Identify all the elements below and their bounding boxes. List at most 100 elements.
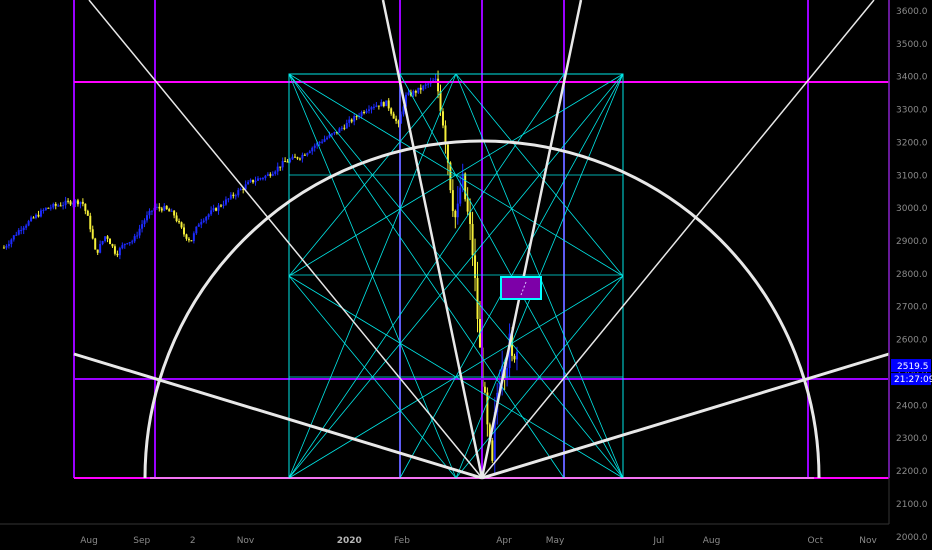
candle-body: [101, 241, 104, 245]
price-tick-label: 2100.0: [896, 500, 928, 510]
candle-body: [441, 111, 444, 126]
candle-body: [237, 190, 240, 196]
candle-body: [195, 226, 198, 234]
candle-body: [173, 210, 176, 216]
candle-body: [210, 210, 213, 215]
candle-body: [52, 204, 55, 208]
candle-body: [264, 175, 267, 179]
candle-body: [94, 238, 97, 250]
candle-body: [178, 221, 181, 223]
candle-body: [126, 243, 129, 245]
candle-body: [269, 174, 272, 176]
candle-body: [39, 210, 42, 217]
price-tick-label: 2300.0: [896, 434, 928, 444]
candle-body: [345, 122, 348, 129]
price-tick-label: 3400.0: [896, 73, 928, 83]
candle-body: [54, 204, 57, 206]
candle-body: [271, 173, 274, 176]
last-price-label: 2519.5: [897, 362, 929, 372]
candle-body: [32, 217, 35, 219]
candle-body: [47, 207, 50, 209]
candle-body: [44, 207, 47, 210]
candle-body: [350, 119, 353, 122]
time-tick-label: Aug: [80, 536, 98, 546]
candle-body: [363, 112, 366, 114]
candle-body: [187, 238, 190, 241]
candle-body: [385, 100, 388, 107]
candle-body: [427, 83, 430, 85]
candle-body: [96, 249, 99, 253]
price-tick-label: 2600.0: [896, 336, 928, 346]
candle-body: [136, 235, 139, 237]
price-tick-label: 2200.0: [896, 467, 928, 477]
candle-body: [2, 247, 5, 249]
price-tick-label: 2800.0: [896, 270, 928, 280]
candle-body: [49, 207, 52, 209]
candle-body: [128, 242, 131, 244]
candle-body: [104, 236, 107, 242]
candle-body: [168, 209, 171, 212]
candle-body: [141, 224, 144, 229]
candle-body: [486, 392, 489, 425]
candle-body: [412, 91, 415, 96]
highlight-box[interactable]: [500, 276, 542, 300]
candle-body: [81, 201, 84, 204]
candle-body: [395, 118, 398, 121]
time-tick-label: Apr: [496, 536, 512, 546]
candle-body: [232, 194, 235, 197]
candle-body: [227, 198, 230, 200]
candle-body: [111, 244, 114, 247]
fan-line: [73, 352, 483, 480]
candle-body: [160, 208, 163, 211]
candle-body: [27, 221, 30, 226]
candle-body: [515, 351, 518, 360]
candle-body: [5, 246, 8, 248]
candle-body: [466, 199, 469, 212]
candle-body: [338, 128, 341, 133]
candle-body: [84, 203, 87, 211]
candle-body: [333, 131, 336, 134]
candle-body: [131, 241, 134, 243]
candle-body: [175, 215, 178, 222]
candle-body: [76, 200, 79, 205]
time-tick-label: 2020: [337, 536, 362, 546]
candle-body: [459, 187, 462, 204]
candle-body: [86, 210, 89, 216]
candle-body: [192, 233, 195, 242]
candle-body: [17, 230, 20, 235]
candle-body: [217, 205, 220, 211]
candle-body: [451, 190, 454, 211]
candle-body: [372, 106, 375, 108]
candle-body: [284, 161, 287, 163]
price-tick-label: 2400.0: [896, 401, 928, 411]
price-tick-label: 3100.0: [896, 171, 928, 181]
candle-body: [276, 166, 279, 172]
candle-body: [313, 145, 316, 148]
candle-body: [106, 236, 109, 239]
candle-body: [170, 210, 173, 212]
candle-body: [190, 240, 193, 242]
candle-body: [259, 178, 262, 180]
candle-body: [113, 246, 116, 254]
candle-body: [392, 113, 395, 119]
candle-body: [180, 222, 183, 228]
candle-body: [422, 85, 425, 90]
candle-body: [143, 220, 146, 225]
fan-line: [481, 0, 875, 479]
chart-container[interactable]: 3600.0 3500.0 3400.0 3300.0 3200.0 3100.0 3000…: [0, 0, 932, 550]
time-tick-label: Aug: [703, 536, 721, 546]
time-tick-label: Nov: [237, 536, 255, 546]
candle-body: [355, 116, 358, 118]
candle-body: [323, 139, 326, 142]
candle-body: [407, 92, 410, 95]
chart-canvas[interactable]: 3600.0 3500.0 3400.0 3300.0 3200.0 3100.0 3000…: [0, 0, 932, 550]
price-tick-label: 3300.0: [896, 106, 928, 116]
candle-body: [353, 116, 356, 122]
candle-body: [298, 158, 301, 160]
candle-body: [57, 205, 60, 207]
candle-body: [348, 119, 351, 123]
candle-body: [183, 227, 186, 235]
candle-body: [185, 234, 188, 239]
candle-body: [360, 112, 363, 117]
candle-body: [301, 154, 304, 159]
